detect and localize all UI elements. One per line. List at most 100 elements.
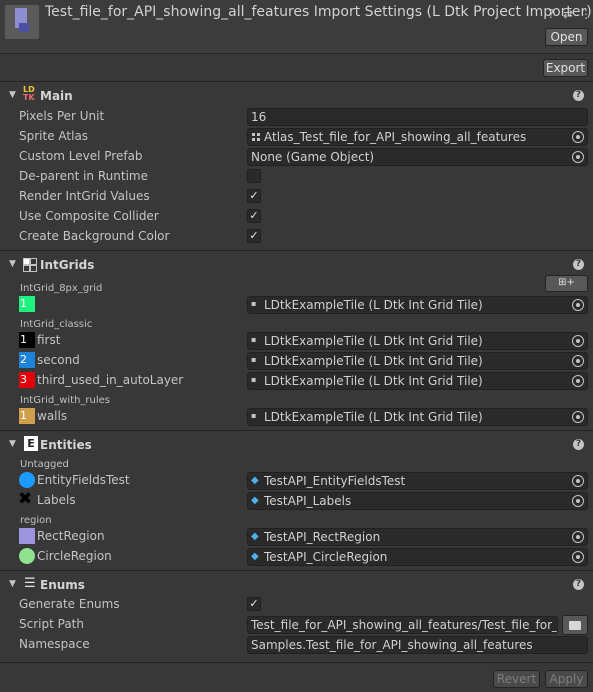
namespace-label: Namespace: [19, 637, 90, 651]
help-icon[interactable]: ?: [548, 7, 554, 21]
object-picker-icon[interactable]: [572, 411, 584, 423]
entity-name: CircleRegion: [37, 549, 112, 563]
intgrid-value-swatch: 3: [19, 372, 35, 388]
intgrids-section-header[interactable]: ▼ IntGrids ?: [6, 255, 587, 277]
intgrid-layer-name: IntGrid_with_rules: [20, 395, 110, 406]
prefab-icon: ◆: [251, 495, 259, 506]
render-intgrid-label: Render IntGrid Values: [19, 189, 150, 203]
ldtk-logo-icon: LD TK: [23, 85, 35, 102]
ldtk-project-file-icon: [5, 5, 39, 39]
entity-color-icon: [19, 472, 35, 488]
intgrid-icon: [23, 258, 37, 272]
intgrid-value-name: first: [37, 333, 61, 347]
entity-prefab-field[interactable]: ◆ TestAPI_EntityFieldsTest: [247, 472, 588, 490]
intgrid-value-swatch: 1: [19, 332, 35, 348]
object-picker-icon[interactable]: [572, 475, 584, 487]
object-picker-icon[interactable]: [572, 495, 584, 507]
inspector-header: Test_file_for_API_showing_all_features I…: [0, 0, 593, 53]
intgrid-tile-field[interactable]: ▪ LDtkExampleTile (L Dtk Int Grid Tile): [247, 352, 588, 370]
prefab-icon: ◆: [251, 531, 259, 542]
entity-group-name: region: [20, 515, 52, 526]
background-color-checkbox[interactable]: ✓: [247, 229, 261, 243]
deparent-label: De-parent in Runtime: [19, 169, 148, 183]
foldout-arrow-icon[interactable]: ▼: [9, 579, 16, 589]
custom-level-prefab-field[interactable]: None (Game Object): [247, 148, 588, 166]
entity-color-icon: [19, 528, 35, 544]
open-button[interactable]: Open: [545, 28, 588, 46]
entity-color-icon: [19, 548, 35, 564]
object-picker-icon[interactable]: [572, 151, 584, 163]
entity-name: EntityFieldsTest: [37, 473, 130, 487]
object-picker-icon[interactable]: [572, 355, 584, 367]
cross-icon: ✖: [18, 489, 33, 509]
object-picker-icon[interactable]: [572, 375, 584, 387]
section-title-entities: Entities: [40, 438, 92, 452]
help-icon[interactable]: ?: [573, 259, 584, 270]
section-title-intgrids: IntGrids: [40, 258, 95, 272]
custom-level-prefab-label: Custom Level Prefab: [19, 149, 143, 163]
help-icon[interactable]: ?: [573, 90, 584, 101]
intgrid-value-swatch: 2: [19, 352, 35, 368]
entity-prefab-field[interactable]: ◆ TestAPI_Labels: [247, 492, 588, 510]
entity-prefab-field[interactable]: ◆ TestAPI_CircleRegion: [247, 548, 588, 566]
enum-list-icon: ☰: [24, 576, 36, 591]
entity-name: RectRegion: [37, 529, 105, 543]
tile-icon: ▪: [251, 299, 257, 308]
help-icon[interactable]: ?: [573, 579, 584, 590]
composite-collider-label: Use Composite Collider: [19, 209, 159, 223]
intgrid-value-name: third_used_in_autoLayer: [37, 373, 184, 387]
menu-icon[interactable]: ⋮: [580, 7, 592, 21]
intgrid-tile-field[interactable]: ▪ LDtkExampleTile (L Dtk Int Grid Tile): [247, 372, 588, 390]
generate-enums-checkbox[interactable]: ✓: [247, 597, 261, 611]
intgrid-value-name: walls: [37, 409, 68, 423]
namespace-field[interactable]: Samples.Test_file_for_API_showing_all_fe…: [247, 636, 588, 654]
intgrid-tile-field[interactable]: ▪ LDtkExampleTile (L Dtk Int Grid Tile): [247, 296, 588, 314]
browse-folder-button[interactable]: [562, 615, 588, 635]
sprite-atlas-label: Sprite Atlas: [19, 129, 89, 143]
revert-button[interactable]: Revert: [493, 670, 540, 688]
pixels-per-unit-field[interactable]: 16: [247, 108, 588, 126]
intgrid-tile-field[interactable]: ▪ LDtkExampleTile (L Dtk Int Grid Tile): [247, 408, 588, 426]
prefab-icon: ◆: [251, 551, 259, 562]
main-section-header[interactable]: ▼ LD TK Main ?: [6, 86, 587, 108]
script-path-label: Script Path: [19, 617, 84, 631]
foldout-arrow-icon[interactable]: ▼: [9, 439, 16, 449]
enums-section-header[interactable]: ▼ ☰ Enums ?: [6, 575, 587, 597]
object-picker-icon[interactable]: [572, 131, 584, 143]
background-color-label: Create Background Color: [19, 229, 170, 243]
intgrid-add-tiles-button[interactable]: ⊞+: [545, 275, 588, 292]
intgrid-value-swatch: 1: [19, 408, 35, 424]
folder-icon: [569, 621, 581, 630]
object-picker-icon[interactable]: [572, 335, 584, 347]
section-title-main: Main: [40, 89, 73, 103]
export-button[interactable]: Export: [543, 59, 588, 77]
tile-icon: ▪: [251, 355, 257, 364]
intgrid-value-swatch: 1: [19, 296, 35, 312]
foldout-arrow-icon[interactable]: ▼: [9, 259, 16, 269]
tile-icon: ▪: [251, 375, 257, 384]
script-path-field[interactable]: Test_file_for_API_showing_all_features/T…: [247, 616, 558, 634]
help-icon[interactable]: ?: [573, 439, 584, 450]
deparent-checkbox[interactable]: [247, 169, 261, 183]
entity-group-name: Untagged: [20, 459, 69, 470]
foldout-arrow-icon[interactable]: ▼: [9, 90, 16, 100]
sprite-atlas-icon: [252, 133, 260, 141]
apply-button[interactable]: Apply: [545, 670, 588, 688]
object-picker-icon[interactable]: [572, 551, 584, 563]
sprite-atlas-field[interactable]: Atlas_Test_file_for_API_showing_all_feat…: [247, 128, 588, 146]
entity-prefab-field[interactable]: ◆ TestAPI_RectRegion: [247, 528, 588, 546]
object-picker-icon[interactable]: [572, 299, 584, 311]
intgrid-layer-name: IntGrid_classic: [20, 319, 93, 330]
entity-icon: E: [24, 436, 38, 451]
object-picker-icon[interactable]: [572, 531, 584, 543]
entities-section-header[interactable]: ▼ E Entities ?: [6, 435, 587, 457]
inspector-title: Test_file_for_API_showing_all_features I…: [45, 4, 592, 20]
generate-enums-label: Generate Enums: [19, 597, 120, 611]
prefab-icon: ◆: [251, 475, 259, 486]
section-title-enums: Enums: [40, 578, 85, 592]
intgrid-tile-field[interactable]: ▪ LDtkExampleTile (L Dtk Int Grid Tile): [247, 332, 588, 350]
preset-icon[interactable]: ⇄: [563, 7, 573, 21]
tile-icon: ▪: [251, 335, 257, 344]
render-intgrid-checkbox[interactable]: ✓: [247, 189, 261, 203]
composite-collider-checkbox[interactable]: ✓: [247, 209, 261, 223]
